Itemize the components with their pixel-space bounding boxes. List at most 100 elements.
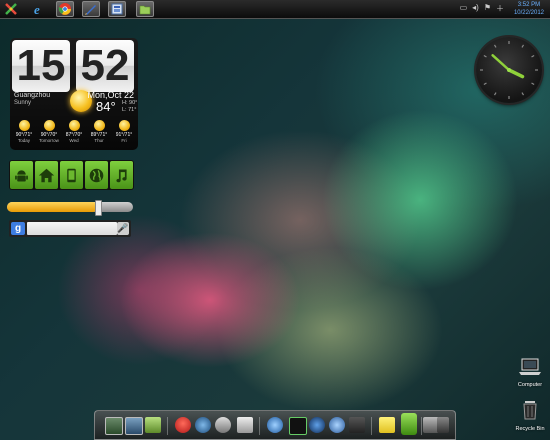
dock-trash-icon[interactable]	[437, 417, 449, 433]
forecast-day: 87°/70° Wed	[62, 118, 86, 143]
folder-icon	[139, 5, 151, 15]
dock-android-icon[interactable]	[401, 413, 417, 435]
globe-icon	[89, 168, 104, 182]
slider-handle[interactable]	[94, 200, 102, 216]
taskbar-time: 3:52 PM	[517, 2, 541, 8]
taskbar-editor-button[interactable]	[82, 1, 100, 17]
clock-hour: 15	[12, 40, 70, 92]
forecast-day-name: Tomorrow	[39, 138, 59, 143]
clock-tick	[531, 82, 535, 86]
taskbar-folder-button[interactable]	[136, 1, 154, 17]
dock-compass-icon[interactable]	[195, 417, 211, 433]
laptop-icon	[519, 358, 541, 375]
dock-camera-icon[interactable]	[237, 417, 253, 433]
chrome-icon	[58, 3, 71, 15]
dock-notes-icon[interactable]	[379, 417, 395, 433]
dock-separator	[259, 417, 260, 435]
forecast-day: 90°/71° Today	[12, 118, 36, 143]
start-button[interactable]	[2, 1, 20, 17]
phone-shortcut[interactable]	[60, 161, 83, 189]
clock-center	[507, 68, 511, 72]
sun-icon	[43, 120, 55, 131]
desktop-icon-recycle-bin[interactable]: Recycle Bin	[510, 400, 550, 432]
android-icon	[15, 169, 28, 181]
home-icon	[38, 168, 55, 182]
weather-city: Guangzhou	[14, 92, 51, 99]
hour-hand	[507, 68, 525, 79]
dock-music-player-icon[interactable]	[309, 417, 325, 433]
weather-condition: Sunny	[14, 100, 32, 106]
ie-icon: e	[34, 2, 40, 17]
sun-icon	[18, 120, 30, 131]
taskbar-ie-button[interactable]: e	[30, 1, 48, 17]
volume-icon[interactable]: ◂)	[472, 3, 479, 14]
dock-separator	[371, 417, 372, 435]
dock-pictures-icon[interactable]	[125, 417, 143, 435]
window-icon[interactable]: ▭	[460, 3, 468, 14]
recycle-bin-icon	[523, 401, 537, 420]
music-note-icon	[116, 169, 127, 182]
plus-icon[interactable]: ＋	[496, 3, 504, 14]
clock-tick	[493, 44, 497, 48]
taskbar-monitor-button[interactable]	[108, 1, 126, 17]
dock-globe-icon[interactable]	[267, 417, 283, 433]
flag-icon[interactable]: ⚑	[484, 3, 491, 14]
home-shortcut[interactable]	[35, 161, 58, 189]
desktop-icon-label: Computer	[517, 382, 543, 388]
forecast-day-name: Wed	[69, 138, 79, 143]
forecast-day: 89°/71° Thur	[87, 118, 111, 143]
taskbar-chrome-button[interactable]	[56, 1, 74, 17]
multicolor-x-icon	[5, 3, 17, 15]
search-input[interactable]	[27, 222, 117, 235]
low-temperature: L: 71°	[122, 107, 137, 113]
taskbar-clock[interactable]: 3:52 PM 10/22/2012	[514, 1, 544, 17]
dock-angry-birds-icon[interactable]	[175, 417, 191, 433]
clock-face	[480, 41, 538, 99]
forecast-day-name: Thur	[94, 138, 104, 143]
dock-photos-icon[interactable]	[105, 417, 123, 435]
clock-tick	[521, 44, 525, 48]
forecast-day-name: Fri	[121, 138, 127, 143]
high-low-temperature: H: 90° L: 71°	[122, 100, 137, 114]
dock-folder-icon[interactable]	[145, 417, 161, 433]
desktop-icon-label: Recycle Bin	[515, 426, 545, 432]
bottom-dock	[94, 410, 456, 440]
monitor-icon	[111, 3, 123, 15]
weather-forecast: 90°/71° Today 90°/70° Tomorrow 87°/70° W…	[10, 118, 138, 150]
taskbar-date: 10/22/2012	[513, 10, 544, 16]
phone-icon	[67, 168, 76, 182]
desktop-icon-computer[interactable]: Computer	[510, 358, 550, 388]
pen-tool-icon	[85, 5, 96, 15]
clock-tick	[531, 54, 535, 58]
brightness-slider[interactable]	[7, 200, 133, 216]
dock-browser-icon[interactable]	[329, 417, 345, 433]
microphone-icon[interactable]: 🎤	[117, 222, 129, 235]
dock-separator	[421, 417, 422, 435]
google-logo-icon[interactable]: g	[11, 222, 25, 235]
slider-fill	[7, 202, 98, 212]
system-tray: ▭ ◂) ⚑ ＋	[460, 3, 504, 14]
dock-settings-icon[interactable]	[215, 417, 231, 433]
minute-hand	[491, 54, 511, 72]
high-temperature: H: 90°	[122, 100, 138, 106]
globe-shortcut[interactable]	[85, 161, 108, 189]
top-taskbar: e ▭ ◂) ⚑ ＋ 3:52 PM 10/22/2012	[0, 0, 550, 19]
forecast-day: 91°/71° Fri	[112, 118, 136, 143]
sun-icon	[93, 120, 105, 131]
svg-text:e: e	[34, 2, 40, 17]
current-temperature: 84°	[96, 99, 116, 114]
google-search-widget: g 🎤	[9, 220, 131, 237]
sun-icon	[68, 120, 80, 131]
shortcut-bar	[9, 160, 134, 190]
music-shortcut[interactable]	[110, 161, 133, 189]
clock-tick	[483, 54, 487, 58]
forecast-day-name: Today	[17, 138, 30, 143]
android-shortcut[interactable]	[10, 161, 33, 189]
clock-minute: 52	[76, 40, 134, 92]
dock-apps-icon[interactable]	[349, 417, 365, 433]
dock-separator	[167, 417, 168, 435]
dock-media-player-icon[interactable]	[289, 417, 307, 435]
clock-tick	[521, 92, 525, 96]
clock-tick	[493, 92, 497, 96]
analog-clock-widget[interactable]	[476, 37, 542, 103]
